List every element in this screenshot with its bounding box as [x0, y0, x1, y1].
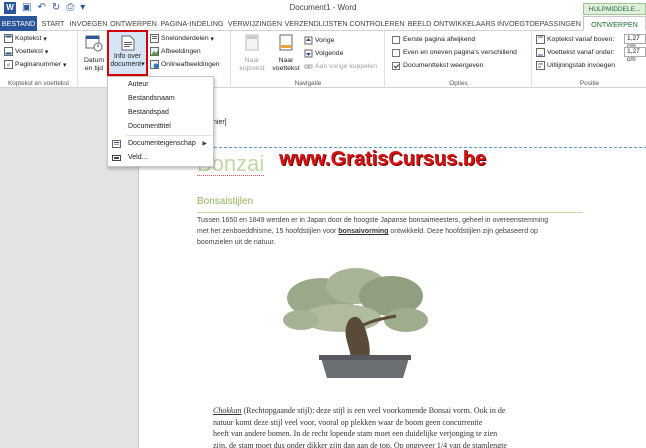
tab-invoegtoepassingen[interactable]: INVOEGTOEPASSINGEN — [496, 16, 582, 31]
voettekst-button[interactable]: Voettekst ▾ — [4, 46, 48, 57]
bonsai-image[interactable] — [261, 258, 461, 388]
chokkan-paragraph[interactable]: Chokkan (Rechtopgaande stijl): deze stij… — [213, 405, 553, 448]
checkbox-even-oneven[interactable]: Even en oneven pagina's verschillend — [392, 47, 517, 58]
checkbox-box-checked[interactable] — [392, 61, 400, 70]
ribbon: Koptekst ▾ Voettekst ▾ # Paginanummer ▾ … — [0, 31, 646, 88]
online-picture-icon — [150, 60, 159, 69]
go-to-header-icon — [245, 34, 259, 51]
tab-ontwerpen-contextual[interactable]: ONTWERPEN — [583, 16, 646, 31]
tab-pagina-indeling[interactable]: PAGINA-INDELING — [158, 16, 226, 31]
svg-text:#: # — [7, 63, 10, 69]
tab-verzendlijsten[interactable]: VERZENDLIJSTEN — [284, 16, 348, 31]
customize-qat-icon[interactable]: ▾ — [80, 0, 85, 16]
menu-item-bestandspad[interactable]: Bestandspad — [108, 107, 213, 119]
tab-beeld[interactable]: BEELD — [406, 16, 433, 31]
calendar-clock-icon — [85, 35, 103, 52]
koptekst-vanaf-boven-label: Koptekst vanaf boven: — [536, 34, 614, 45]
group-label-opties: Opties — [449, 80, 468, 87]
redo-icon[interactable]: ↻ — [52, 0, 60, 16]
window-title: Document1 - Word — [289, 3, 357, 12]
menu-item-documenteigenschap[interactable]: Documenteigenschap ▶ — [108, 138, 213, 150]
document-area: nier] Bonzai www.GratisCursus.be Bonsais… — [0, 88, 646, 448]
naar-koptekst-button[interactable]: Naar koptekst — [236, 34, 268, 73]
quick-parts-icon — [150, 34, 159, 43]
menu-item-veld[interactable]: Veld... — [108, 152, 213, 164]
save-icon[interactable]: ▣ — [22, 0, 31, 16]
naar-voettekst-button[interactable]: Naar voettekst — [270, 34, 302, 73]
word-logo-icon[interactable]: W — [4, 2, 16, 14]
chevron-down-icon: ▾ — [208, 35, 214, 43]
undo-icon[interactable]: ↶ — [37, 0, 45, 16]
snelonderdelen-button[interactable]: Snelonderdelen ▾ — [150, 33, 214, 44]
header-content[interactable]: nier] — [213, 119, 227, 126]
chevron-down-icon: ▾ — [141, 61, 145, 68]
volgende-button[interactable]: Volgende — [304, 48, 343, 59]
tab-bestand[interactable]: BESTAND — [0, 16, 37, 31]
group-opties: Eerste pagina afwijkend Even en oneven p… — [386, 31, 532, 88]
info-over-document-menu: Auteur Bestandsnaam Bestandspad Document… — [107, 76, 214, 167]
document-info-icon — [121, 35, 134, 51]
menu-item-bestandsnaam[interactable]: Bestandsnaam — [108, 93, 213, 105]
submenu-arrow-icon: ▶ — [202, 141, 207, 147]
group-label-navigatie: Navigatie — [294, 80, 322, 87]
aan-vorige-koppelen-button[interactable]: Aan vorige koppelen — [304, 61, 377, 72]
koptekst-button[interactable]: Koptekst ▾ — [4, 33, 47, 44]
footer-icon — [4, 47, 13, 56]
tab-start[interactable]: START — [38, 16, 68, 31]
checkbox-documenttekst[interactable]: Documenttekst weergeven — [392, 60, 483, 71]
page-number-icon: # — [4, 60, 13, 69]
link-icon — [304, 64, 313, 69]
chevron-down-icon: ▾ — [41, 35, 47, 43]
next-icon — [304, 49, 313, 58]
quick-access-toolbar: W ▣ ↶ ↻ ⎙ ▾ — [0, 0, 85, 16]
datum-tijd-button[interactable]: Datum en tijd — [81, 34, 107, 73]
group-label-koptekst: Koptekst en voettekst — [7, 80, 70, 87]
onlineafbeeldingen-button[interactable]: Onlineafbeeldingen — [150, 59, 220, 70]
document-property-icon — [112, 140, 121, 148]
go-to-footer-icon — [279, 34, 293, 51]
chevron-down-icon: ▾ — [42, 48, 49, 56]
group-label-positie: Positie — [579, 80, 600, 87]
checkbox-box[interactable] — [392, 48, 400, 57]
contextual-tab-group-label: HULPMIDDELE... — [583, 3, 646, 15]
print-preview-icon[interactable]: ⎙ — [66, 0, 74, 16]
tab-verwijzingen[interactable]: VERWIJZINGEN — [226, 16, 284, 31]
afbeeldingen-button[interactable]: Afbeeldingen — [150, 46, 201, 57]
header-position-icon — [536, 35, 545, 44]
tab-ontwikkelaars[interactable]: ONTWIKKELAARS — [433, 16, 496, 31]
picture-icon — [150, 47, 159, 56]
info-over-document-button[interactable]: Info over document▾ — [107, 30, 148, 76]
chevron-down-icon: ▾ — [61, 61, 67, 69]
menu-item-auteur[interactable]: Auteur — [108, 79, 213, 91]
alignment-tab-icon — [536, 61, 545, 70]
watermark-text: www.GratisCursus.be — [279, 148, 487, 170]
intro-paragraph[interactable]: Tussen 1650 en 1849 werden er in Japan d… — [197, 215, 585, 248]
voettekst-vanaf-onder-input[interactable]: 1,27 cm — [624, 47, 646, 63]
checkbox-box[interactable] — [392, 35, 400, 44]
tab-ontwerpen[interactable]: ONTWERPEN — [109, 16, 158, 31]
voettekst-vanaf-onder-label: Voettekst vanaf onder: — [536, 47, 615, 58]
previous-icon — [304, 36, 313, 45]
section-underline — [197, 212, 583, 213]
group-navigatie: Naar koptekst Naar voettekst Vorige Volg… — [232, 31, 385, 88]
document-page[interactable]: nier] Bonzai www.GratisCursus.be Bonsais… — [138, 88, 646, 448]
header-icon — [4, 34, 13, 43]
tab-controleren[interactable]: CONTROLEREN — [348, 16, 406, 31]
ribbon-tabs: HULPMIDDELE... BESTAND START INVOEGEN ON… — [0, 3, 646, 31]
paginanummer-button[interactable]: # Paginanummer ▾ — [4, 59, 66, 70]
checkbox-eerste-pagina[interactable]: Eerste pagina afwijkend — [392, 34, 475, 45]
vorige-button[interactable]: Vorige — [304, 35, 334, 46]
footer-position-icon — [536, 48, 545, 57]
section-heading[interactable]: Bonsaistijlen — [197, 196, 253, 207]
group-koptekst-voettekst: Koptekst ▾ Voettekst ▾ # Paginanummer ▾ … — [0, 31, 78, 88]
menu-separator — [126, 135, 212, 136]
uitlijningstab-button[interactable]: Uitlijningstab invoegen — [536, 60, 615, 71]
title-bar: W ▣ ↶ ↻ ⎙ ▾ Document1 - Word — [0, 0, 646, 16]
menu-item-documenttitel[interactable]: Documenttitel — [108, 121, 213, 133]
koptekst-vanaf-boven-input[interactable]: 1,27 cm — [624, 34, 646, 50]
tab-invoegen[interactable]: INVOEGEN — [68, 16, 109, 31]
field-icon — [112, 155, 121, 161]
